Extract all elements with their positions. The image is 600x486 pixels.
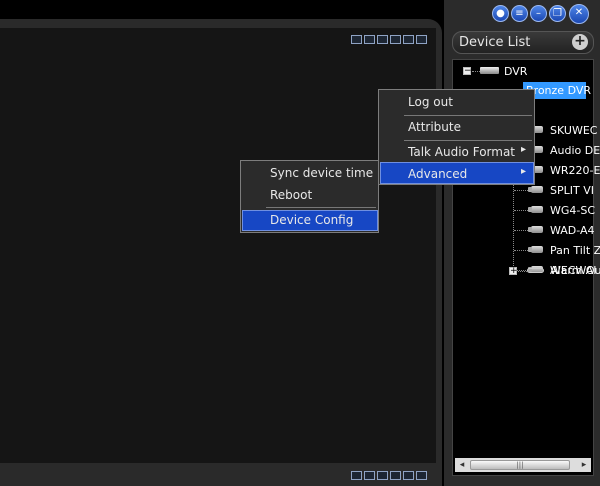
scroll-thumb[interactable]: ||| bbox=[470, 460, 570, 470]
expand-icon[interactable]: + bbox=[509, 267, 518, 276]
menu-item-advanced[interactable]: Advanced bbox=[408, 167, 467, 181]
alarm-output-icon bbox=[527, 268, 544, 273]
device-list-title: Device List bbox=[459, 35, 531, 50]
scroll-left-icon[interactable]: ◂ bbox=[455, 458, 469, 472]
device-tree-hscrollbar[interactable]: ◂ ||| ▸ bbox=[455, 458, 591, 472]
camera-icon bbox=[528, 225, 544, 235]
sixteen-view-icon[interactable] bbox=[390, 35, 401, 44]
restore-icon[interactable]: ❐ bbox=[549, 5, 566, 22]
tree-root-dvr[interactable]: DVR bbox=[504, 65, 527, 78]
quad-view-icon[interactable] bbox=[364, 35, 375, 44]
minimize-icon[interactable]: – bbox=[530, 5, 547, 22]
tree-item-alarm-output[interactable]: Alarm Ou bbox=[550, 264, 600, 277]
tree-connector bbox=[514, 210, 528, 211]
camera-icon bbox=[528, 185, 544, 195]
close-icon[interactable]: ✕ bbox=[569, 4, 589, 24]
close-view-icon[interactable] bbox=[416, 35, 427, 44]
nine-view-icon[interactable] bbox=[377, 471, 388, 480]
menu-item-talk-audio-format[interactable]: Talk Audio Format bbox=[408, 145, 515, 159]
tree-item-channel[interactable]: SKUWEC bbox=[550, 124, 597, 137]
advanced-submenu: Sync device time Reboot Device Config bbox=[240, 160, 379, 233]
tree-item-channel[interactable]: WAD-A4 bbox=[550, 224, 595, 237]
tree-connector bbox=[514, 230, 528, 231]
scroll-right-icon[interactable]: ▸ bbox=[577, 458, 591, 472]
nine-view-icon[interactable] bbox=[377, 35, 388, 44]
tree-item-channel[interactable]: Pan Tilt Z bbox=[550, 244, 600, 257]
tree-item-channel[interactable]: WG4-SC bbox=[550, 204, 595, 217]
sixteen-view-icon[interactable] bbox=[390, 471, 401, 480]
list-icon[interactable]: ≡ bbox=[511, 5, 528, 22]
tree-connector bbox=[518, 271, 527, 272]
submenu-arrow-icon: ▸ bbox=[521, 144, 527, 155]
menu-item-device-config[interactable]: Device Config bbox=[270, 213, 353, 227]
tree-item-channel[interactable]: Audio DE bbox=[550, 144, 600, 157]
bottom-view-toolbar bbox=[351, 471, 427, 480]
lock-icon[interactable]: ● bbox=[492, 5, 509, 22]
single-view-icon[interactable] bbox=[351, 35, 362, 44]
camera-icon bbox=[528, 205, 544, 215]
fullscreen-icon[interactable] bbox=[403, 471, 414, 480]
menu-item-attribute[interactable]: Attribute bbox=[408, 120, 461, 134]
submenu-arrow-icon: ▸ bbox=[521, 166, 527, 177]
video-display-area[interactable] bbox=[0, 28, 436, 463]
menu-item-reboot[interactable]: Reboot bbox=[270, 188, 312, 202]
tree-connector bbox=[514, 190, 528, 191]
menu-separator bbox=[266, 207, 376, 208]
single-view-icon[interactable] bbox=[351, 471, 362, 480]
top-view-toolbar bbox=[351, 35, 427, 44]
tree-connector bbox=[514, 250, 528, 251]
tree-item-channel[interactable]: WR220-E bbox=[550, 164, 600, 177]
menu-separator bbox=[404, 115, 532, 116]
collapse-icon[interactable]: − bbox=[463, 67, 472, 76]
quad-view-icon[interactable] bbox=[364, 471, 375, 480]
tree-item-bronze-dvr[interactable]: Bronze DVR bbox=[526, 84, 591, 97]
camera-icon bbox=[528, 245, 544, 255]
menu-separator bbox=[404, 140, 532, 141]
device-context-menu: Log out Attribute Talk Audio Format ▸ Ad… bbox=[378, 89, 535, 185]
dvr-icon bbox=[480, 67, 499, 74]
add-device-button[interactable]: + bbox=[572, 34, 588, 50]
fullscreen-icon[interactable] bbox=[403, 35, 414, 44]
menu-item-log-out[interactable]: Log out bbox=[408, 95, 453, 109]
tree-connector bbox=[472, 71, 480, 72]
tree-item-channel[interactable]: SPLIT VI bbox=[550, 184, 594, 197]
close-view-icon[interactable] bbox=[416, 471, 427, 480]
menu-item-sync-device-time[interactable]: Sync device time bbox=[270, 166, 373, 180]
